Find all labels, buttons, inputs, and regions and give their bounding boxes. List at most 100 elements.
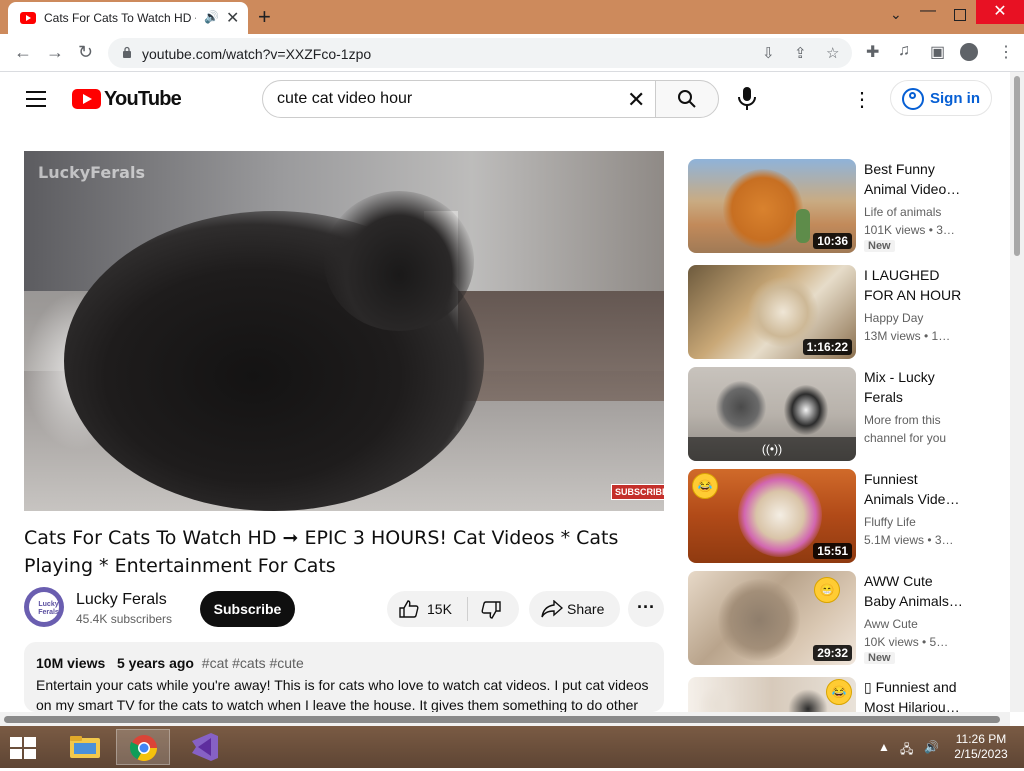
recommendation-title[interactable]: Best Funny Animal Video… — [864, 159, 968, 199]
video-player[interactable]: LuckyFerals SUBSCRIBE — [24, 151, 664, 511]
windows-start-icon[interactable] — [10, 737, 36, 759]
upload-age: 5 years ago — [116, 655, 194, 671]
video-thumbnail[interactable]: ((•)) — [688, 367, 856, 461]
youtube-logo-text[interactable]: YouTube — [104, 88, 182, 111]
horizontal-scrollbar[interactable] — [0, 712, 1010, 726]
menu-icon[interactable] — [26, 91, 46, 107]
url-text: youtube.com/watch?v=XXZFco-1zpo — [142, 46, 372, 62]
laughing-emoji-icon: 😂 — [826, 679, 852, 705]
address-bar[interactable]: youtube.com/watch?v=XXZFco-1zpo ⇩ ⇪ ☆ — [108, 38, 852, 68]
recommendation-channel[interactable]: Happy Day — [864, 309, 964, 327]
chrome-menu-icon[interactable]: ⋮ — [998, 42, 1014, 62]
bookmark-star-icon[interactable]: ☆ — [826, 44, 839, 62]
file-explorer-icon[interactable] — [58, 729, 112, 765]
close-tab-icon[interactable]: ✕ — [226, 8, 239, 28]
like-dislike-group: 15K — [387, 591, 519, 627]
clock-time: 11:26 PM — [955, 732, 1007, 746]
sign-in-button[interactable]: Sign in — [890, 80, 992, 116]
search-input[interactable] — [277, 90, 607, 108]
search-box: ✕ — [262, 80, 656, 118]
hashtags[interactable]: #cat #cats #cute — [202, 655, 304, 671]
recommendation-item[interactable]: 😂 15:51 Funniest Animals Vide… Fluffy Li… — [688, 469, 998, 565]
subscribe-button[interactable]: Subscribe — [200, 591, 295, 627]
reload-icon[interactable]: ↻ — [78, 42, 93, 63]
maximize-icon[interactable] — [954, 9, 966, 21]
clock-date: 2/15/2023 — [954, 747, 1008, 761]
video-thumbnail[interactable]: 1:16:22 — [688, 265, 856, 359]
search-button[interactable] — [655, 80, 719, 118]
network-icon[interactable]: 🖧 — [900, 740, 913, 761]
recommendation-item[interactable]: 😁 29:32 AWW Cute Baby Animals… Aww Cute … — [688, 571, 998, 667]
video-thumbnail[interactable]: 😂 — [688, 677, 856, 712]
share-button[interactable]: Share — [529, 591, 620, 627]
minimize-icon[interactable]: — — [920, 2, 936, 20]
tab-search-chevron-icon[interactable]: ⌄ — [890, 6, 902, 23]
forward-icon[interactable]: → — [46, 42, 64, 63]
new-tab-icon[interactable]: + — [258, 4, 271, 30]
tab-title: Cats For Cats To Watch HD ➞ — [44, 11, 196, 25]
extensions-icon[interactable]: ✚ — [866, 42, 879, 62]
video-stats: 10M views 5 years ago #cat #cats #cute — [36, 655, 304, 671]
clock[interactable]: 11:26 PM 2/15/2023 — [946, 732, 1016, 762]
recommendation-title[interactable]: Mix - Lucky Ferals — [864, 367, 968, 407]
account-icon — [902, 88, 924, 110]
search-icon — [678, 90, 696, 108]
youtube-logo-icon[interactable] — [72, 89, 101, 109]
dislike-icon[interactable] — [481, 601, 501, 619]
install-app-icon[interactable]: ⇩ — [762, 44, 775, 62]
video-duration: 1:16:22 — [802, 339, 852, 355]
mix-playlist-icon: ((•)) — [688, 437, 856, 461]
window-close-icon[interactable]: ✕ — [976, 0, 1024, 24]
recommendation-meta: 5.1M views • 3… — [864, 533, 954, 547]
profile-avatar-icon[interactable] — [960, 43, 978, 61]
recommendation-channel: More from this — [864, 413, 941, 427]
share-page-icon[interactable]: ⇪ — [794, 44, 807, 62]
sign-in-label: Sign in — [930, 90, 980, 107]
recommendation-item[interactable]: 😂 ▯ Funniest and Most Hilariou… — [688, 677, 998, 712]
channel-name[interactable]: Lucky Ferals — [76, 591, 167, 609]
recommendation-title[interactable]: Funniest Animals Vide… — [864, 469, 968, 509]
recommendation-meta: channel for you — [864, 431, 947, 445]
description-text: Entertain your cats while you're away! T… — [36, 677, 649, 712]
channel-avatar[interactable]: Lucky Ferals — [24, 587, 64, 627]
more-actions-icon[interactable]: ··· — [628, 591, 664, 627]
back-icon[interactable]: ← — [14, 42, 32, 63]
recommendation-channel[interactable]: Fluffy Life — [864, 513, 964, 531]
recommendation-meta: 13M views • 1… — [864, 329, 951, 343]
new-badge: New — [864, 652, 895, 664]
volume-icon[interactable]: 🔊 — [924, 740, 939, 754]
recommendation-channel[interactable]: Aww Cute — [864, 615, 964, 633]
grinning-emoji-icon: 😁 — [814, 577, 840, 603]
lock-icon — [123, 46, 131, 58]
like-icon[interactable] — [399, 600, 419, 618]
recommendation-channel[interactable]: Life of animals — [864, 203, 964, 221]
recommendation-title[interactable]: ▯ Funniest and Most Hilariou… — [864, 677, 968, 712]
recommendation-item[interactable]: 10:36 Best Funny Animal Video… Life of a… — [688, 159, 998, 255]
side-panel-icon[interactable]: ▣ — [930, 42, 945, 62]
tray-overflow-icon[interactable]: ▲ — [878, 740, 890, 754]
browser-toolbar: ← → ↻ youtube.com/watch?v=XXZFco-1zpo ⇩ … — [0, 34, 1024, 72]
media-controls-icon[interactable]: ♫ — [898, 42, 910, 60]
description-box[interactable]: 10M views 5 years ago #cat #cats #cute E… — [24, 642, 664, 712]
settings-more-icon[interactable]: ⋮ — [852, 87, 872, 112]
vertical-scrollbar[interactable] — [1010, 72, 1024, 712]
view-count: 10M views — [36, 655, 106, 671]
video-duration: 15:51 — [813, 543, 852, 559]
like-count[interactable]: 15K — [427, 601, 452, 617]
video-thumbnail[interactable]: 😁 29:32 — [688, 571, 856, 665]
video-duration: 10:36 — [813, 233, 852, 249]
recommendation-item[interactable]: 1:16:22 I LAUGHED FOR AN HOUR😹… Happy Da… — [688, 265, 998, 361]
recommendation-title[interactable]: I LAUGHED FOR AN HOUR😹… — [864, 265, 968, 305]
video-thumbnail[interactable]: 😂 15:51 — [688, 469, 856, 563]
chrome-taskbar-icon[interactable] — [116, 729, 170, 765]
recommendation-item[interactable]: ((•)) Mix - Lucky Ferals More from this … — [688, 367, 998, 463]
recommendation-title[interactable]: AWW Cute Baby Animals… — [864, 571, 968, 611]
video-thumbnail[interactable]: 10:36 — [688, 159, 856, 253]
microphone-icon[interactable] — [736, 86, 758, 112]
clear-search-icon[interactable]: ✕ — [627, 87, 645, 113]
visual-studio-icon[interactable] — [178, 729, 232, 765]
speaker-icon[interactable]: 🔊 — [204, 10, 219, 24]
player-subscribe-badge[interactable]: SUBSCRIBE — [611, 484, 664, 500]
subscriber-count: 45.4K subscribers — [76, 612, 173, 626]
browser-tab[interactable]: Cats For Cats To Watch HD ➞ 🔊 ✕ — [8, 2, 248, 34]
